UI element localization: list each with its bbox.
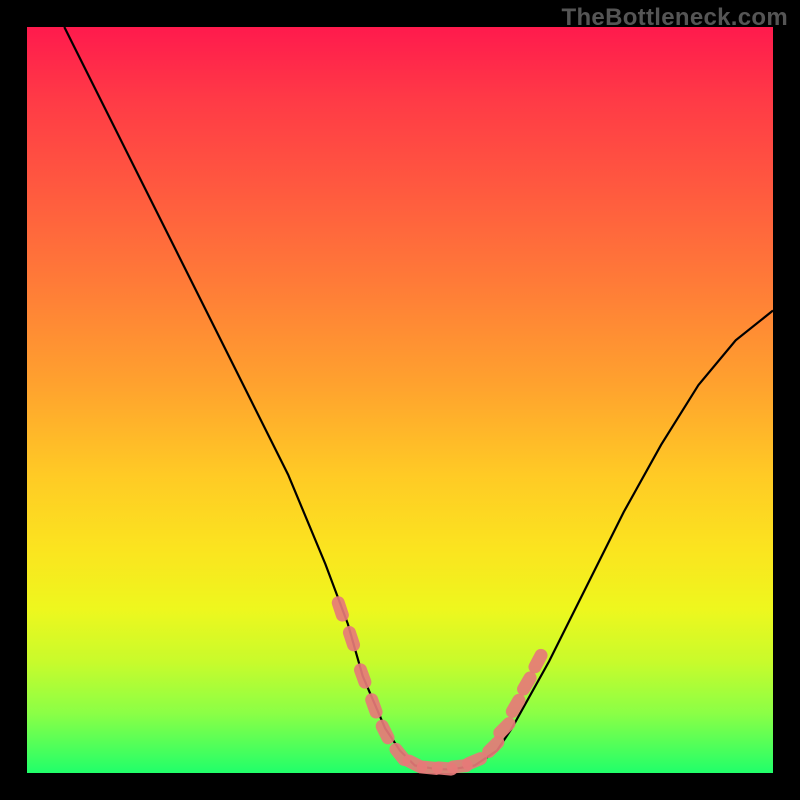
chart-overlay [27, 27, 773, 773]
marker-left-cluster [330, 595, 351, 624]
marker-layer [330, 595, 550, 777]
chart-frame: TheBottleneck.com [0, 0, 800, 800]
marker-right-cluster [526, 647, 550, 676]
marker-left-cluster [352, 662, 373, 691]
marker-left-cluster [363, 691, 384, 720]
bottleneck-curve [64, 27, 773, 769]
watermark-label: TheBottleneck.com [562, 4, 788, 32]
marker-right-cluster [515, 669, 539, 698]
marker-left-cluster [341, 624, 362, 653]
